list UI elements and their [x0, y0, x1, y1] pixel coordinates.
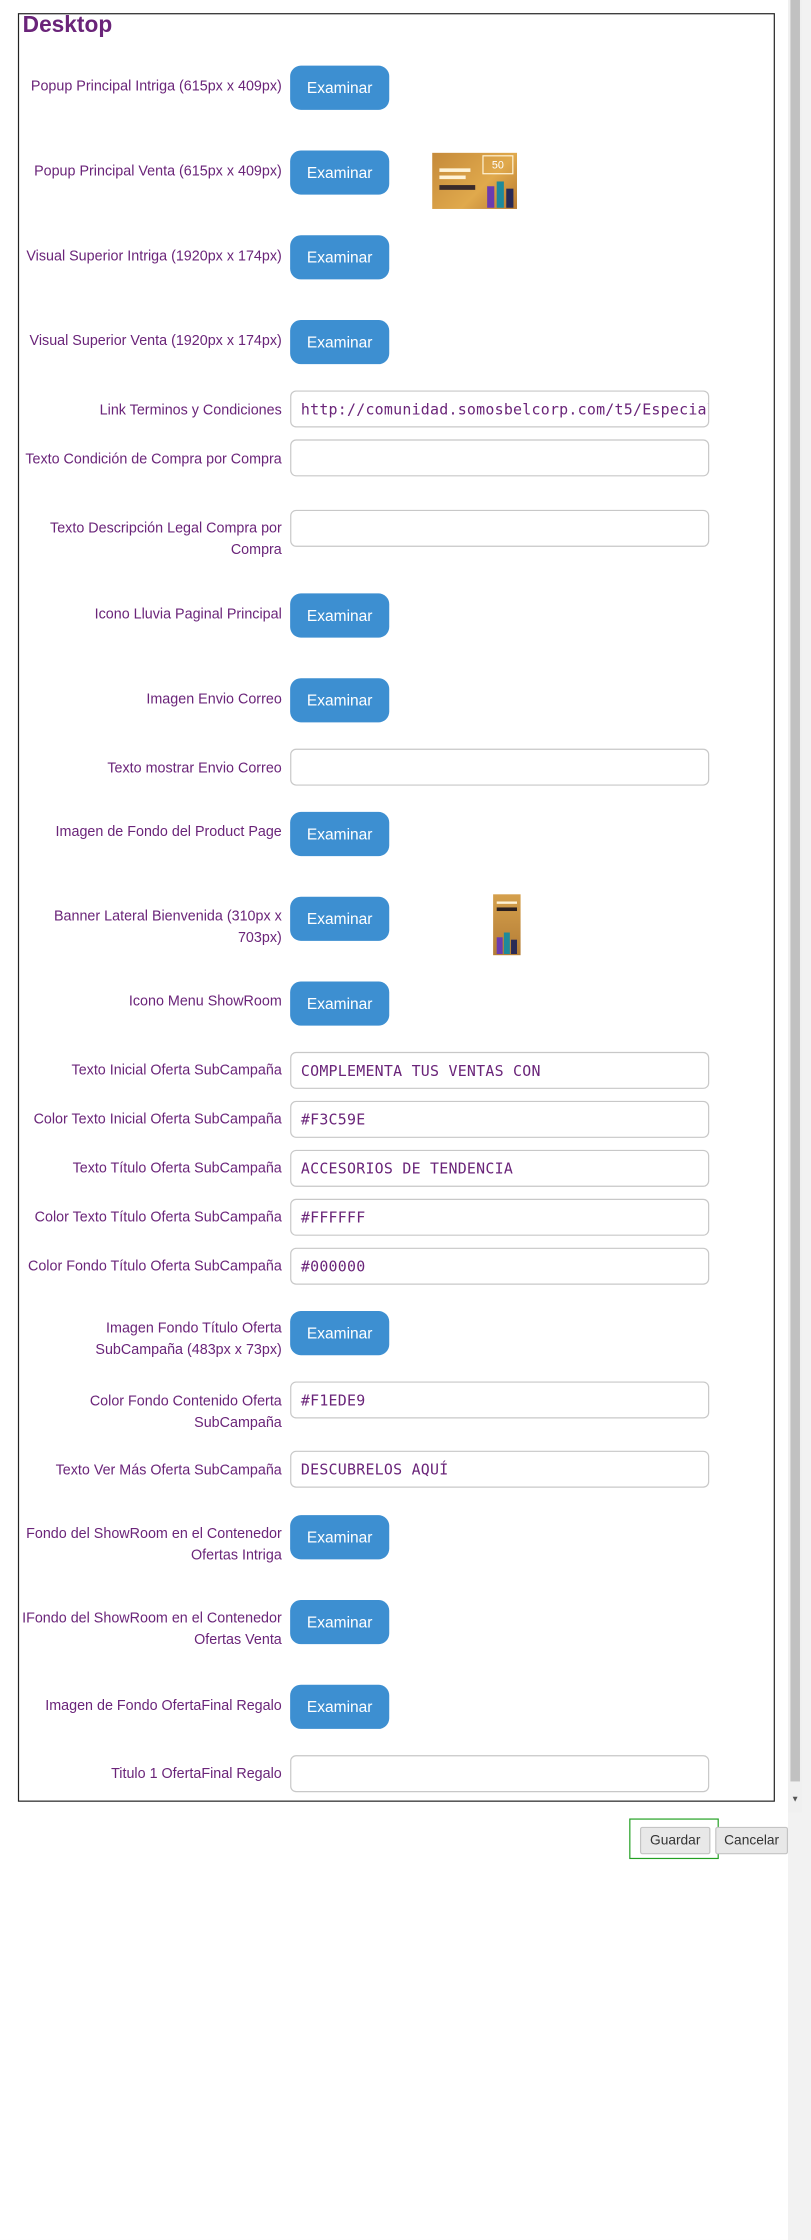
text-input[interactable]: COMPLEMENTA TUS VENTAS CON — [290, 1051, 710, 1089]
browse-button[interactable]: Examinar — [290, 150, 390, 195]
form-row-fondo-del-showroom-en-el-contenedor-ofertas-intriga: Fondo del ShowRoom en el Contenedor Ofer… — [19, 1515, 771, 1562]
scroll-down-icon[interactable]: ▼ — [789, 1793, 801, 1807]
text-input[interactable]: #F3C59E — [290, 1100, 710, 1138]
text-input[interactable]: #F1EDE9 — [290, 1381, 710, 1419]
cancel-button[interactable]: Cancelar — [715, 1826, 789, 1855]
field-label: Imagen Fondo Título Oferta SubCampaña (4… — [95, 1319, 282, 1357]
form-row-banner-lateral-bienvenida-310px-x-703px: Banner Lateral Bienvenida (310px x 703px… — [19, 894, 771, 956]
scrollbar-thumb[interactable] — [790, 0, 800, 1782]
promo-banner-thumbnail: 50 — [432, 152, 518, 209]
text-input[interactable]: ACCESORIOS DE TENDENCIA — [290, 1149, 710, 1187]
field-label: Texto Título Oferta SubCampaña — [72, 1159, 282, 1177]
form-row-texto-ver-mas-oferta-subcampana: Texto Ver Más Oferta SubCampaña DESCUBREL… — [19, 1450, 771, 1488]
field-label: Color Texto Título Oferta SubCampaña — [34, 1208, 282, 1226]
browse-button[interactable]: Examinar — [290, 1311, 390, 1356]
field-label: Texto mostrar Envio Correo — [107, 759, 282, 777]
form-row-texto-inicial-oferta-subcampana: Texto Inicial Oferta SubCampaña COMPLEMEN… — [19, 1051, 771, 1089]
browse-button[interactable]: Examinar — [290, 896, 390, 941]
form-row-color-fondo-titulo-oferta-subcampana: Color Fondo Título Oferta SubCampaña #000… — [19, 1247, 771, 1285]
field-label: Fondo del ShowRoom en el Contenedor Ofer… — [26, 1524, 282, 1563]
field-label: IFondo del ShowRoom en el Contenedor Ofe… — [22, 1609, 282, 1648]
text-input[interactable]: #000000 — [290, 1247, 710, 1285]
browse-button[interactable]: Examinar — [290, 319, 390, 365]
form-row-popup-principal-venta-615px-x-409px: Popup Principal Venta (615px x 409px) Exa… — [19, 150, 771, 209]
field-label: Popup Principal Intriga (615px x 409px) — [30, 77, 282, 95]
field-label: Imagen Envio Correo — [146, 690, 282, 707]
field-label: Texto Condición de Compra por Compra — [25, 450, 282, 467]
text-input[interactable]: #FFFFFF — [290, 1198, 710, 1236]
form-row-color-texto-inicial-oferta-subcampana: Color Texto Inicial Oferta SubCampaña #F3… — [19, 1100, 771, 1138]
form-row-titulo-1-ofertafinal-regalo: Titulo 1 OfertaFinal Regalo — [19, 1755, 771, 1793]
field-label: Icono Lluvia Paginal Principal — [94, 605, 282, 623]
form-row-icono-lluvia-paginal-principal: Icono Lluvia Paginal Principal Examinar — [19, 593, 771, 638]
save-button[interactable]: Guardar — [639, 1826, 711, 1855]
form-row-color-texto-titulo-oferta-subcampana: Color Texto Título Oferta SubCampaña #FFF… — [19, 1198, 771, 1236]
section-title: Desktop — [22, 13, 113, 39]
form-row-visual-superior-venta-1920px-x-174px: Visual Superior Venta (1920px x 174px) Ex… — [19, 319, 771, 365]
browse-button[interactable]: Examinar — [290, 593, 390, 638]
text-input[interactable] — [290, 439, 710, 477]
form-row-ifondo-del-showroom-en-el-contenedor-ofertas-venta: IFondo del ShowRoom en el Contenedor Ofe… — [19, 1599, 771, 1647]
form-row-texto-condicion-de-compra-por-compra: Texto Condición de Compra por Compra — [19, 439, 771, 477]
field-label: Banner Lateral Bienvenida (310px x 703px… — [53, 907, 282, 946]
field-label: Texto Inicial Oferta SubCampaña — [71, 1061, 282, 1079]
field-label: Color Fondo Título Oferta SubCampaña — [27, 1257, 282, 1274]
dialog-stage: Desktop Popup Principal Intriga (615px x… — [0, 0, 811, 2240]
field-label: Visual Superior Venta (1920px x 174px) — [29, 331, 282, 349]
browse-button[interactable]: Examinar — [290, 1515, 390, 1560]
browse-button[interactable]: Examinar — [290, 1599, 390, 1645]
side-banner-thumbnail — [493, 894, 521, 956]
field-label: Visual Superior Intriga (1920px x 174px) — [26, 247, 282, 264]
field-label: Color Fondo Contenido Oferta SubCampaña — [89, 1392, 282, 1430]
browse-button[interactable]: Examinar — [290, 65, 390, 110]
form-row-imagen-de-fondo-del-product-page: Imagen de Fondo del Product Page Examinar — [19, 811, 771, 857]
field-label: Popup Principal Venta (615px x 409px) — [34, 162, 282, 180]
form-row-visual-superior-intriga-1920px-x-174px: Visual Superior Intriga (1920px x 174px)… — [19, 235, 771, 280]
form-row-texto-descripcion-legal-compra-por-compra: Texto Descripción Legal Compra por Compr… — [19, 509, 771, 557]
browse-button[interactable]: Examinar — [290, 1684, 390, 1729]
form-row-texto-titulo-oferta-subcampana: Texto Título Oferta SubCampaña ACCESORIOS… — [19, 1149, 771, 1187]
form-row-popup-principal-intriga-615px-x-409px: Popup Principal Intriga (615px x 409px) E… — [19, 65, 771, 110]
field-label: Color Texto Inicial Oferta SubCampaña — [33, 1110, 282, 1128]
browse-button[interactable]: Examinar — [290, 811, 390, 857]
field-label: Imagen de Fondo OfertaFinal Regalo — [45, 1696, 282, 1714]
browse-button[interactable]: Examinar — [290, 678, 390, 723]
browse-button[interactable]: Examinar — [290, 981, 390, 1026]
text-input[interactable] — [290, 1755, 710, 1793]
field-label: Link Terminos y Condiciones — [99, 401, 282, 418]
field-label: Texto Descripción Legal Compra por Compr… — [50, 519, 282, 558]
form-row-icono-menu-showroom: Icono Menu ShowRoom Examinar — [19, 981, 771, 1026]
text-input[interactable]: DESCUBRELOS AQUÍ — [290, 1450, 710, 1488]
text-input[interactable] — [290, 748, 710, 786]
field-label: Texto Ver Más Oferta SubCampaña — [55, 1461, 282, 1479]
browse-button[interactable]: Examinar — [290, 235, 390, 280]
field-label: Icono Menu ShowRoom — [128, 992, 282, 1009]
text-input[interactable]: http://comunidad.somosbelcorp.com/t5/Esp… — [290, 390, 710, 428]
text-input[interactable] — [290, 509, 710, 547]
form-row-imagen-fondo-titulo-oferta-subcampana-483px-x-73px: Imagen Fondo Título Oferta SubCampaña (4… — [19, 1311, 771, 1357]
form-row-texto-mostrar-envio-correo: Texto mostrar Envio Correo — [19, 748, 771, 786]
field-label: Imagen de Fondo del Product Page — [55, 822, 282, 840]
form-row-imagen-envio-correo: Imagen Envio Correo Examinar — [19, 678, 771, 723]
form-row-link-terminos-y-condiciones: Link Terminos y Condiciones http://comuni… — [19, 390, 771, 428]
form-row-imagen-de-fondo-ofertafinal-regalo: Imagen de Fondo OfertaFinal Regalo Examin… — [19, 1684, 771, 1729]
field-label: Titulo 1 OfertaFinal Regalo — [111, 1764, 282, 1782]
form-row-color-fondo-contenido-oferta-subcampana: Color Fondo Contenido Oferta SubCampaña #… — [19, 1381, 771, 1430]
